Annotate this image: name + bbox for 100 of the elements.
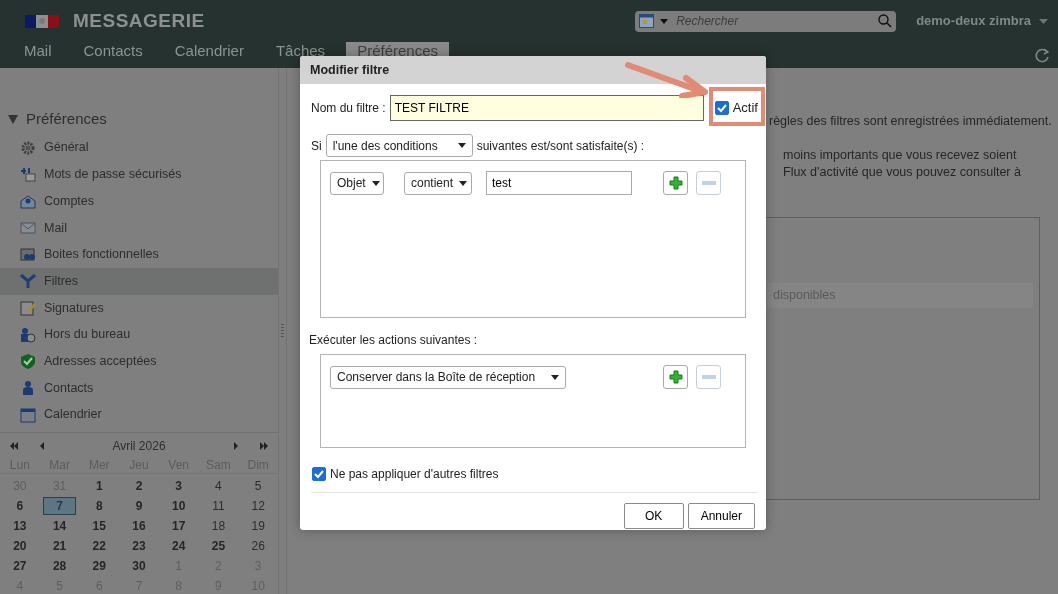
calendar-day[interactable]: 28 [39,558,80,575]
refresh-icon[interactable] [1034,48,1050,64]
nav-tab[interactable]: Mail [13,42,63,68]
calendar-day[interactable]: 10 [158,498,199,515]
text-field[interactable]: test [486,171,632,195]
calendar-day[interactable]: 26 [238,538,278,555]
dialog-title: Modifier filtre [300,56,766,84]
signature-icon [20,299,36,316]
checkbox[interactable] [312,467,326,481]
envelope-icon [20,219,36,236]
person-icon [20,380,36,397]
dropdown[interactable]: Objet [330,171,384,195]
caret-icon [551,374,559,380]
name-field[interactable]: TEST FILTRE [389,95,704,121]
condition-label: Si [311,137,322,155]
calendar-day[interactable]: 27 [0,558,40,575]
funnel-icon [20,273,36,290]
previous-year-icon[interactable] [10,442,18,451]
splitter-handle-icon[interactable] [281,324,284,338]
calendar-day[interactable]: 9 [119,498,159,515]
sidebar-item[interactable]: Boites fonctionnelles [0,241,278,268]
previous-month-icon[interactable] [38,442,46,451]
search-icon[interactable] [878,14,893,28]
plus-icon [668,370,683,384]
calendar-icon [639,14,655,28]
section-label: Exécuter les actions suivantes : [309,332,479,349]
calendar-day[interactable]: 4 [198,478,239,495]
minus-icon [701,375,716,379]
sidebar-item[interactable]: Filtres [0,267,278,295]
calendar-day[interactable]: 19 [238,518,278,535]
calendar-day[interactable]: 8 [79,498,120,515]
minus-icon [701,181,716,185]
calendar-day[interactable]: 6 [0,498,40,515]
search-field[interactable]: Rechercher [674,11,855,31]
sidebar-item[interactable]: Général [0,134,278,162]
nav-tab[interactable]: Calendrier [163,42,255,68]
sidebar-item[interactable]: Mots de passe sécurisés [0,161,278,188]
checkbox-label[interactable]: Actif [732,98,758,118]
calendar-day[interactable]: 24 [158,538,199,555]
calendar-day[interactable]: 29 [79,558,120,575]
notice-text: règles des filtres sont enregistrées immédiatement. [769,113,1053,130]
info-text: Flux d'activité que vous pouvez consulter à [783,163,1022,181]
flag-logo [25,14,59,28]
search-bar[interactable]: Rechercher [635,10,897,32]
caret-icon [457,143,466,148]
calendar-day[interactable]: 15 [79,518,120,535]
user-menu[interactable]: demo-deux zimbra [916,11,1048,31]
nav-tab[interactable]: Contacts [72,42,154,68]
person-clock-icon [20,326,36,343]
checkbox-label[interactable]: Ne pas appliquer d'autres filtres [330,465,499,483]
calendar-day[interactable]: 12 [238,498,278,515]
caret-icon [459,180,468,186]
checkbox[interactable] [714,101,729,115]
tree-header[interactable]: Préférences [26,108,107,131]
sidebar-item[interactable]: Hors du bureau [0,321,278,348]
add-button[interactable] [663,365,688,389]
dropdown[interactable]: contient [404,171,472,195]
cancel-button[interactable]: Annuler [687,503,755,529]
next-month-icon[interactable] [232,442,240,451]
calendar-day[interactable]: 3 [158,478,199,495]
calendar-day[interactable]: 5 [238,478,278,495]
caret-icon [660,18,669,24]
calendar-day[interactable]: 13 [0,518,40,535]
calendar-day[interactable]: 21 [39,538,80,555]
caret-icon [371,180,380,186]
info-text: moins importants que vous recevez soient [783,146,1018,164]
condition-label: suivantes est/sont satisfaite(s) : [476,137,645,155]
sidebar-item[interactable]: Calendrier [0,401,278,429]
dropdown[interactable]: l'une des conditions [325,134,473,157]
sidebar-item[interactable]: Contacts [0,374,278,402]
calendar-day[interactable]: 16 [119,518,159,535]
calendar-icon [20,406,36,423]
shield-check-icon [20,353,36,370]
add-button[interactable] [663,171,688,195]
sidebar-item[interactable]: Adresses acceptées [0,348,278,375]
expand-icon[interactable] [8,114,18,124]
dropdown[interactable]: Conserver dans la Boîte de réception [330,365,566,389]
calendar-day[interactable]: 7 [43,498,76,515]
calendar-day[interactable]: 20 [0,538,40,555]
next-year-icon[interactable] [260,442,268,451]
arrows-envelope-icon [20,166,36,183]
calendar-day[interactable]: 2 [119,478,159,495]
calendar-day[interactable]: 14 [39,518,80,535]
sidebar-item[interactable]: Comptes [0,187,278,215]
calendar-day[interactable]: 22 [79,538,120,555]
calendar-day[interactable]: 23 [119,538,159,555]
calendar-day[interactable]: 1 [79,478,120,495]
highlight-frame [709,87,765,126]
person-envelope-icon [20,193,36,210]
sidebar-item[interactable]: Mail [0,214,278,242]
field-label: Nom du filtre : [311,100,386,117]
plus-icon [668,176,683,190]
calendar-day[interactable]: 17 [158,518,199,535]
calendar-day[interactable]: 11 [198,498,239,515]
calendar-day[interactable]: 18 [198,518,239,535]
folder-people-icon [20,246,36,263]
calendar-day[interactable]: 25 [198,538,239,555]
ok-button[interactable]: OK [623,503,684,529]
calendar-day[interactable]: 30 [119,558,159,575]
sidebar-item[interactable]: Signatures [0,294,278,322]
